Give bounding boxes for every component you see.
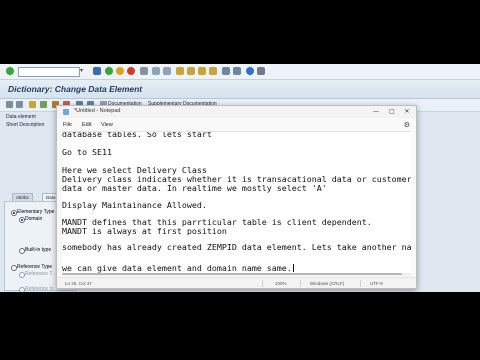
zoom-level[interactable]: 100% — [275, 281, 287, 286]
notepad-title-bar[interactable]: *Untitled - Notepad — □ ✕ — [57, 106, 416, 118]
back-icon[interactable] — [105, 67, 113, 75]
close-button[interactable]: ✕ — [401, 107, 413, 117]
other-object-icon[interactable] — [40, 101, 47, 108]
page-title: Dictionary: Change Data Element — [8, 84, 143, 94]
sap-title-bar: Dictionary: Change Data Element — [0, 80, 480, 99]
status-divider — [262, 280, 263, 287]
forward-arrow-icon[interactable] — [16, 101, 23, 108]
first-page-icon[interactable] — [176, 67, 184, 75]
print-icon[interactable] — [140, 67, 148, 75]
find-next-icon[interactable] — [163, 67, 171, 75]
notepad-menu-bar: File Edit View ⚙ — [57, 118, 416, 131]
elementary-type-label: Elementary Type — [17, 209, 55, 215]
status-divider — [360, 280, 361, 287]
text-line: we can give data element and domain name… — [62, 263, 292, 273]
save-icon[interactable] — [93, 67, 101, 75]
layout-icon[interactable] — [257, 67, 265, 75]
settings-gear-icon[interactable]: ⚙ — [404, 121, 410, 129]
exit-icon[interactable] — [116, 67, 124, 75]
shortcut-icon[interactable] — [233, 67, 241, 75]
display-change-icon[interactable] — [29, 101, 36, 108]
notepad-text-area[interactable]: database tables. So lets start Go to SE1… — [62, 131, 411, 273]
encoding[interactable]: UTF-8 — [370, 281, 383, 286]
built-in-type-label: Built-in type — [25, 247, 52, 253]
help-icon[interactable] — [246, 67, 254, 75]
cursor-position: Ln 25, Col 47 — [65, 281, 92, 286]
notepad-title: *Untitled - Notepad — [74, 108, 121, 114]
reference-to-label-1: Reference T — [25, 271, 53, 277]
status-divider — [300, 280, 301, 287]
scrollbar-thumb[interactable] — [62, 273, 402, 275]
reference-to-label-2: Reference to — [25, 286, 54, 292]
data-element-label: Data element — [6, 114, 36, 120]
text-caret — [292, 264, 294, 272]
next-page-icon[interactable] — [198, 67, 206, 75]
menu-file[interactable]: File — [63, 122, 72, 128]
notepad-window: *Untitled - Notepad — □ ✕ File Edit View… — [56, 105, 417, 289]
command-field[interactable] — [18, 67, 80, 77]
domain-label: Domain — [25, 216, 43, 222]
text-line: Go to SE11 — [62, 147, 112, 157]
create-session-icon[interactable] — [222, 67, 230, 75]
horizontal-scrollbar[interactable] — [62, 273, 411, 276]
reference-type-label: Reference Type — [17, 264, 53, 270]
enter-icon[interactable] — [6, 67, 14, 75]
previous-page-icon[interactable] — [187, 67, 195, 75]
minimize-button[interactable]: — — [370, 107, 382, 117]
command-dropdown-icon[interactable]: ▾ — [80, 67, 86, 75]
menu-view[interactable]: View — [101, 122, 113, 128]
back-arrow-icon[interactable] — [6, 101, 13, 108]
text-line: database tables. So lets start — [62, 131, 212, 139]
cancel-icon[interactable] — [127, 67, 135, 75]
text-line-with-caret: we can give data element and domain name… — [62, 263, 294, 273]
text-line: MANDT is always at first position — [62, 226, 227, 236]
notepad-app-icon — [63, 109, 69, 115]
find-icon[interactable] — [152, 67, 160, 75]
text-line: data or master data. In realtime we most… — [62, 183, 327, 193]
text-line: somebody has already created ZEMPID data… — [62, 242, 411, 252]
short-description-label: Short Description — [6, 122, 45, 128]
text-line: Display Maintainance Allowed. — [62, 200, 207, 210]
notepad-status-bar: Ln 25, Col 47 100% Windows (CRLF) UTF-8 — [57, 277, 416, 288]
line-ending[interactable]: Windows (CRLF) — [310, 281, 344, 286]
sap-system-toolbar: ▾ — [0, 64, 480, 80]
menu-edit[interactable]: Edit — [82, 122, 91, 128]
last-page-icon[interactable] — [209, 67, 217, 75]
maximize-button[interactable]: □ — [386, 107, 398, 117]
